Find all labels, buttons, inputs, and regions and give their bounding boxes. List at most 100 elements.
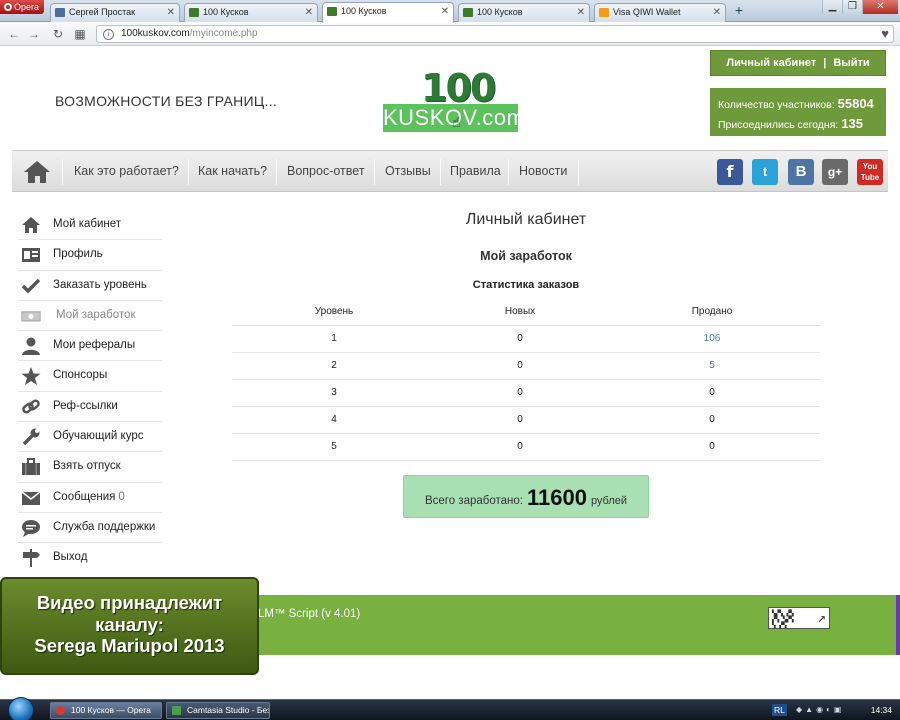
- clock[interactable]: 14:34: [871, 704, 892, 716]
- nav-faq[interactable]: Вопрос-ответ: [287, 164, 365, 178]
- envelope-icon: [21, 491, 41, 505]
- browser-tab[interactable]: 100 Кусков ✕: [184, 3, 318, 22]
- forward-arrow-icon[interactable]: →: [26, 26, 42, 42]
- google-plus-icon[interactable]: g+: [822, 159, 848, 185]
- logout-link[interactable]: Выйти: [833, 57, 869, 69]
- reload-icon[interactable]: ↻: [50, 26, 66, 42]
- address-bar: ← → ↻ ▦ i 100kuskov.com/myincome.php ♥: [0, 22, 900, 46]
- cell-sold: 0: [604, 379, 820, 407]
- new-tab-button[interactable]: +: [730, 3, 748, 20]
- stats-title: Статистика заказов: [472, 279, 580, 291]
- nav-rules[interactable]: Правила: [450, 164, 501, 178]
- nav-divider: [276, 159, 277, 185]
- sidebar-item-my-earnings[interactable]: Мой заработок: [18, 301, 162, 332]
- footer-edge: [896, 595, 900, 655]
- cell-sold-link[interactable]: 5: [604, 352, 820, 380]
- participants-row: Количество участников: 55804: [718, 94, 886, 114]
- favorite-heart-icon[interactable]: ♥: [881, 26, 889, 42]
- person-icon: [22, 337, 40, 356]
- nav-how-to-start[interactable]: Как начать?: [198, 164, 267, 178]
- site-logo[interactable]: 100 KUSKOV.com ☝: [383, 66, 525, 132]
- cell-sold: 0: [604, 433, 820, 461]
- sidebar-item-label: Спонсоры: [53, 369, 108, 382]
- site-slogan: ВОЗМОЖНОСТИ БЕЗ ГРАНИЦ...: [55, 93, 278, 109]
- money-icon: [21, 311, 41, 322]
- sidebar-item-label: Мой заработок: [56, 308, 136, 321]
- tab-close-icon[interactable]: ✕: [577, 4, 585, 21]
- page-title: Личный кабинет: [465, 211, 587, 228]
- language-indicator[interactable]: RL: [772, 704, 787, 716]
- sidebar-item-my-cabinet[interactable]: Мой кабинет: [18, 210, 162, 241]
- taskbar-button-label: Camtasia Studio - Без...: [187, 705, 270, 715]
- opera-menu-button[interactable]: Opera: [0, 0, 44, 14]
- personal-cabinet-link[interactable]: Личный кабинет: [726, 57, 816, 69]
- vkontakte-icon[interactable]: B: [788, 159, 814, 185]
- nav-reviews[interactable]: Отзывы: [385, 164, 431, 178]
- tab-close-icon[interactable]: ✕: [305, 4, 313, 21]
- maximize-icon[interactable]: ❐: [842, 0, 862, 14]
- link-icon: [22, 399, 40, 414]
- speed-dial-icon[interactable]: ▦: [72, 26, 88, 42]
- chat-icon: [22, 519, 40, 537]
- tab-close-icon[interactable]: ✕: [441, 3, 449, 20]
- footer-copyright: LM™ Script (v 4.01): [258, 608, 361, 620]
- start-button-icon[interactable]: [8, 697, 34, 720]
- url-input[interactable]: i 100kuskov.com/myincome.php ♥: [96, 25, 894, 43]
- orders-stats-table: Уровень Новых Продано 1 0 106 2 0 5 3 0 …: [232, 298, 820, 461]
- cell-sold-link[interactable]: 106: [604, 325, 820, 353]
- sidebar-item-take-vacation[interactable]: Взять отпуск: [18, 452, 162, 483]
- sidebar-item-label: Реф-ссылки: [53, 399, 118, 412]
- cell-level: 4: [232, 406, 436, 434]
- visitor-counter-badge[interactable]: ▚▞▚ ▞▚ ▞▚ ▚▞▚ ▚ ▞▚ ↗: [768, 607, 830, 629]
- sidebar-item-profile[interactable]: Профиль: [18, 240, 162, 271]
- youtube-icon[interactable]: You Tube: [857, 159, 883, 185]
- sidebar-menu: Мой кабинет Профиль Заказать уровень Мой…: [18, 210, 162, 574]
- sidebar-item-label: Сообщения 0: [53, 491, 125, 503]
- close-window-icon[interactable]: ✕: [862, 0, 898, 14]
- nav-divider: [578, 159, 579, 185]
- taskbar-button-opera[interactable]: 100 Кусков — Opera: [50, 702, 162, 719]
- tab-close-icon[interactable]: ✕: [167, 4, 175, 21]
- total-earned-label: Всего заработано:: [424, 495, 523, 507]
- table-row: 3 0 0: [232, 379, 820, 407]
- nav-news[interactable]: Новости: [519, 164, 567, 178]
- minimize-icon[interactable]: ▁: [822, 0, 842, 14]
- sidebar-item-my-referrals[interactable]: Мои рефералы: [18, 331, 162, 362]
- sidebar-item-label: Служба поддержки: [53, 520, 156, 533]
- taskbar-button-camtasia[interactable]: Camtasia Studio - Без...: [166, 702, 270, 719]
- camtasia-icon: [172, 706, 181, 715]
- sidebar-item-order-level[interactable]: Заказать уровень: [18, 271, 162, 301]
- cell-level: 3: [232, 379, 436, 407]
- home-icon[interactable]: [24, 161, 50, 183]
- account-links: Личный кабинет | Выйти: [710, 50, 886, 76]
- twitter-icon[interactable]: t: [752, 159, 778, 185]
- site-stats: Количество участников: 55804 Присоеднилис…: [710, 88, 886, 136]
- taskbar-button-label: 100 Кусков — Opera: [71, 705, 151, 715]
- browser-tab[interactable]: 100 Кусков ✕: [458, 3, 590, 22]
- participants-label: Количество участников:: [718, 99, 835, 111]
- back-arrow-icon[interactable]: ←: [6, 26, 22, 42]
- browser-tab[interactable]: Сергей Простак ✕: [50, 3, 180, 22]
- nav-divider: [188, 159, 189, 185]
- section-title: Мой заработок: [480, 249, 572, 263]
- facebook-icon[interactable]: f: [717, 159, 743, 185]
- wrench-icon: [22, 428, 40, 446]
- nav-how-it-works[interactable]: Как это работает?: [74, 164, 179, 178]
- sidebar-item-label: Заказать уровень: [53, 278, 147, 291]
- sidebar-item-ref-links[interactable]: Реф-ссылки: [18, 392, 162, 423]
- browser-tab-active[interactable]: 100 Кусков ✕: [322, 2, 454, 23]
- sidebar-item-exit[interactable]: Выход: [18, 543, 162, 573]
- browser-tab-bar: Opera Сергей Простак ✕ 100 Кусков ✕ 100 …: [0, 0, 900, 23]
- table-row: 1 0 106: [232, 325, 820, 353]
- browser-tab[interactable]: Visa QIWI Wallet ✕: [594, 3, 726, 22]
- tab-close-icon[interactable]: ✕: [713, 4, 721, 21]
- sidebar-item-sponsors[interactable]: Спонсоры: [18, 361, 162, 392]
- sidebar-item-support[interactable]: Служба поддержки: [18, 513, 162, 544]
- logo-number: 100: [421, 66, 496, 110]
- cell-level: 2: [232, 352, 436, 380]
- cell-new: 0: [436, 379, 604, 407]
- sidebar-item-training-course[interactable]: Обучающий курс: [18, 422, 162, 453]
- tray-icons[interactable]: ◆▲◉◐▣: [796, 705, 844, 714]
- sidebar-item-messages[interactable]: Сообщения 0: [18, 483, 162, 513]
- site-info-icon[interactable]: i: [103, 29, 114, 40]
